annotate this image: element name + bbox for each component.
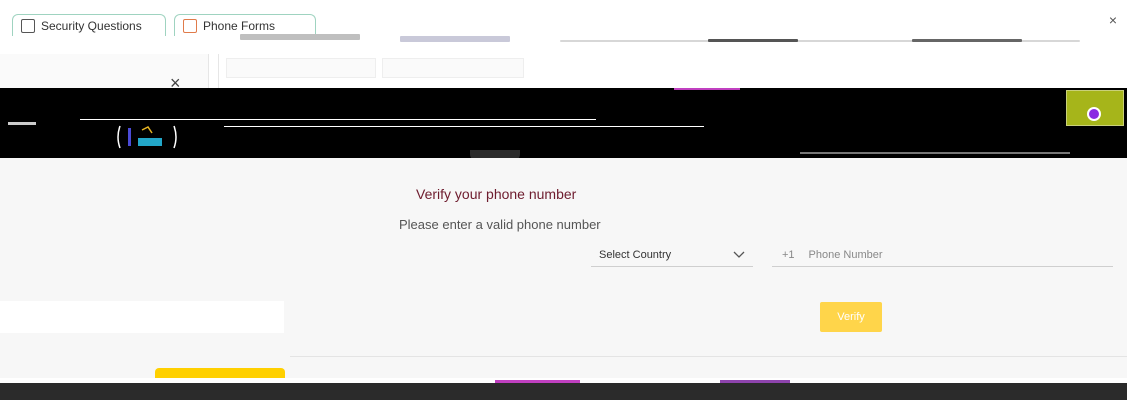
header-line <box>224 126 704 127</box>
form-spacer <box>0 301 284 333</box>
divider <box>290 356 1127 357</box>
toolbar-fragment <box>912 39 1022 42</box>
country-code: +1 <box>782 248 795 261</box>
close-icon[interactable]: × <box>1109 12 1117 28</box>
phone-field[interactable]: +1 <box>772 243 1113 267</box>
avatar-icon[interactable] <box>1066 90 1124 126</box>
header-line <box>800 152 1070 154</box>
logo-illustration <box>117 125 177 149</box>
chevron-down-icon <box>733 251 745 258</box>
header-line <box>674 88 740 90</box>
toolbar-fragment <box>400 36 510 42</box>
avatar-dot <box>1087 107 1101 121</box>
verify-button[interactable]: Verify <box>820 302 882 332</box>
page-title: Verify your phone number <box>416 186 577 202</box>
header-line <box>8 122 36 125</box>
toolbar-fragment <box>240 34 360 40</box>
bottom-bar <box>0 383 1127 400</box>
right-panel <box>218 54 1127 90</box>
country-select[interactable]: Select Country <box>591 243 753 267</box>
header-line <box>80 119 596 120</box>
country-select-label: Select Country <box>599 248 672 261</box>
phone-hint: Please enter a valid phone number <box>399 217 601 232</box>
toolbar-fragment <box>708 39 798 42</box>
toolbar-strip <box>0 28 1127 78</box>
phone-number-input[interactable] <box>808 248 1069 261</box>
